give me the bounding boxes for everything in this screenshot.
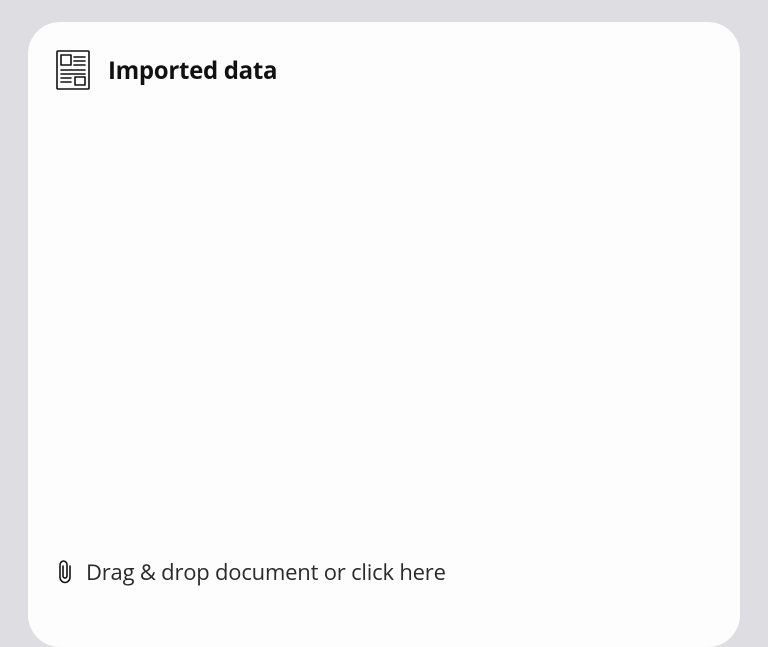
card-header: Imported data	[56, 50, 712, 90]
dropzone-label: Drag & drop document or click here	[86, 557, 446, 587]
paperclip-icon	[56, 559, 74, 585]
document-layout-icon	[56, 50, 90, 90]
empty-content-area	[56, 90, 712, 557]
file-dropzone[interactable]: Drag & drop document or click here	[56, 557, 712, 647]
card-title: Imported data	[108, 54, 277, 87]
imported-data-card: Imported data Drag & drop document or cl…	[28, 22, 740, 647]
